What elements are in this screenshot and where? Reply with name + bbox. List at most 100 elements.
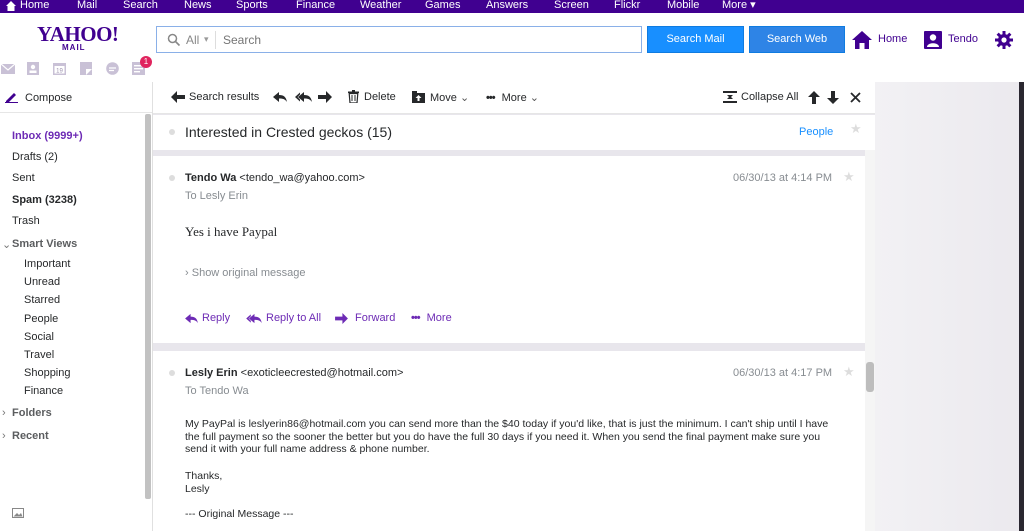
smart-view-finance[interactable]: Finance <box>24 385 63 397</box>
folder-drafts[interactable]: Drafts (2) <box>12 151 58 163</box>
back-to-search-results-button[interactable]: Search results <box>171 91 259 103</box>
folder-sent[interactable]: Sent <box>12 172 35 184</box>
folder-spam[interactable]: Spam (3238) <box>12 194 77 206</box>
smart-view-starred[interactable]: Starred <box>24 294 60 306</box>
message-date: 06/30/13 at 4:14 PM <box>733 172 833 184</box>
header-home-link[interactable]: Home <box>878 33 907 45</box>
chevron-down-icon: ⌄ <box>529 92 539 104</box>
top-nav-more[interactable]: More ▾ <box>722 0 756 12</box>
top-nav-search[interactable]: Search <box>123 0 158 12</box>
top-nav-answers[interactable]: Answers <box>486 0 528 12</box>
message-sender[interactable]: Lesly Erin <exoticleecrested@hotmail.com… <box>185 367 403 379</box>
contacts-icon[interactable] <box>27 62 39 75</box>
arrow-up-icon[interactable] <box>808 91 820 104</box>
message-date: 06/30/13 at 4:17 PM <box>733 367 833 379</box>
message-body: My PayPal is leslyerin86@hotmail.com you… <box>185 418 829 456</box>
smart-view-shopping[interactable]: Shopping <box>24 367 71 379</box>
reply-icon <box>185 313 198 324</box>
user-profile-icon[interactable] <box>924 31 942 49</box>
top-nav-mobile[interactable]: Mobile <box>667 0 699 12</box>
smart-view-travel[interactable]: Travel <box>24 349 54 361</box>
ellipsis-icon: ••• <box>486 92 496 104</box>
folder-trash[interactable]: Trash <box>12 215 40 227</box>
top-nav-home[interactable]: Home <box>20 0 49 12</box>
notification-badge: 1 <box>140 56 152 68</box>
folders-toggle[interactable]: › Folders <box>2 407 52 419</box>
star-icon[interactable]: ★ <box>843 169 855 185</box>
top-nav-mail[interactable]: Mail <box>77 0 97 12</box>
top-nav-weather[interactable]: Weather <box>360 0 401 12</box>
top-nav-finance[interactable]: Finance <box>296 0 335 12</box>
search-input[interactable] <box>223 31 633 49</box>
close-icon[interactable] <box>850 92 861 103</box>
message-recipient: To Tendo Wa <box>185 385 249 397</box>
message-sender[interactable]: Tendo Wa <tendo_wa@yahoo.com> <box>185 172 365 184</box>
collapse-icon <box>723 91 737 103</box>
smart-views-toggle[interactable]: ⌄ Smart Views <box>2 238 77 251</box>
top-nav-games[interactable]: Games <box>425 0 460 12</box>
collapse-all-button[interactable]: Collapse All <box>723 91 798 103</box>
top-nav-sports[interactable]: Sports <box>236 0 268 12</box>
top-nav-news[interactable]: News <box>184 0 212 12</box>
search-web-button[interactable]: Search Web <box>749 26 845 53</box>
home-icon[interactable] <box>851 30 873 50</box>
show-original-link[interactable]: › Show original message <box>185 267 305 279</box>
home-icon <box>6 1 16 11</box>
chevron-right-icon: › <box>2 407 6 419</box>
top-nav-flickr[interactable]: Flickr <box>614 0 640 12</box>
chevron-down-icon: ⌄ <box>459 92 470 104</box>
chevron-right-icon: › <box>185 267 189 279</box>
smart-view-important[interactable]: Important <box>24 258 70 270</box>
header-user-link[interactable]: Tendo <box>948 33 978 45</box>
forward-button[interactable]: Forward <box>335 312 395 324</box>
search-mail-button[interactable]: Search Mail <box>647 26 744 53</box>
folder-inbox[interactable]: Inbox (9999+) <box>12 130 83 142</box>
recent-toggle[interactable]: › Recent <box>2 430 49 442</box>
arrow-down-icon[interactable] <box>827 91 839 104</box>
trash-icon <box>348 90 359 103</box>
star-icon[interactable]: ★ <box>850 121 862 137</box>
delete-button[interactable]: Delete <box>348 90 396 103</box>
forward-icon[interactable] <box>318 91 332 103</box>
messenger-icon[interactable] <box>106 62 119 75</box>
reply-all-button[interactable]: Reply to All <box>246 312 321 324</box>
smart-view-unread[interactable]: Unread <box>24 276 60 288</box>
mail-icon[interactable] <box>1 63 15 75</box>
gear-icon[interactable] <box>995 31 1013 49</box>
message-toolbar: Search results Delete Move ⌄ ••• More ⌄ … <box>153 82 875 114</box>
message-card: Lesly Erin <exoticleecrested@hotmail.com… <box>153 351 865 531</box>
conversation-header: Interested in Crested geckos (15) People… <box>153 115 875 150</box>
search-icon <box>167 33 181 47</box>
reply-icon[interactable] <box>273 91 287 103</box>
smart-view-social[interactable]: Social <box>24 331 54 343</box>
image-icon[interactable] <box>12 508 24 518</box>
unread-dot <box>169 175 175 181</box>
calendar-icon[interactable]: 19 <box>53 62 66 75</box>
message-recipient: To Lesly Erin <box>185 190 248 202</box>
sidebar-scrollbar[interactable] <box>145 114 151 499</box>
reply-all-icon[interactable] <box>295 91 312 103</box>
scrollbar-thumb[interactable] <box>866 362 874 392</box>
smart-view-people[interactable]: People <box>24 313 58 325</box>
conversation-scrollbar[interactable] <box>865 150 875 531</box>
original-message-separator: --- Original Message --- <box>185 508 294 520</box>
move-button[interactable]: Move ⌄ <box>412 91 469 104</box>
more-actions-button[interactable]: ••• More <box>411 312 452 324</box>
notepad-icon[interactable] <box>80 62 92 75</box>
search-scope-select[interactable]: All <box>186 33 199 47</box>
people-link[interactable]: People <box>799 126 833 138</box>
reply-all-icon <box>246 313 262 324</box>
right-pane <box>875 82 1024 531</box>
reply-button[interactable]: Reply <box>185 312 230 324</box>
message-signoff: Thanks, Lesly <box>185 470 223 495</box>
conversation-subject: Interested in Crested geckos (15) <box>185 124 392 140</box>
top-nav-bar: Home Mail Search News Sports Finance Wea… <box>0 0 1024 13</box>
yahoo-logo[interactable]: YAHOO! <box>37 24 119 45</box>
unread-dot <box>169 129 175 135</box>
star-icon[interactable]: ★ <box>843 364 855 380</box>
more-button[interactable]: ••• More ⌄ <box>486 91 539 104</box>
divider <box>0 112 152 113</box>
compose-label: Compose <box>25 92 73 104</box>
mail-header: YAHOO! MAIL All ▾ Search Mail Search Web… <box>0 13 1024 82</box>
top-nav-screen[interactable]: Screen <box>554 0 589 12</box>
